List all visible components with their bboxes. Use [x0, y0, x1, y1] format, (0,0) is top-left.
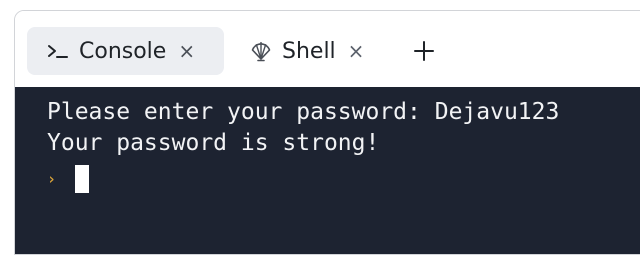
prompt-chevron-icon: ›: [47, 170, 57, 188]
text-cursor: [75, 165, 89, 193]
console-window: Console × Shell × Please enter your pass…: [14, 10, 640, 255]
tab-console-label: Console: [79, 38, 167, 64]
terminal-icon: [48, 45, 68, 58]
terminal-line: Please enter your password: Dejavu123: [47, 99, 560, 125]
tab-console[interactable]: Console ×: [27, 27, 224, 75]
plus-icon[interactable]: [411, 38, 437, 64]
close-icon[interactable]: ×: [178, 39, 195, 63]
shell-icon: [251, 42, 271, 62]
tab-shell-label: Shell: [282, 38, 336, 64]
terminal-output[interactable]: Please enter your password: Dejavu123 Yo…: [15, 87, 640, 254]
close-icon[interactable]: ×: [348, 39, 365, 63]
terminal-prompt[interactable]: ›: [47, 159, 640, 199]
tab-shell[interactable]: Shell ×: [248, 27, 364, 75]
terminal-line: Your password is strong!: [47, 130, 380, 156]
tab-bar: Console × Shell ×: [15, 11, 640, 87]
